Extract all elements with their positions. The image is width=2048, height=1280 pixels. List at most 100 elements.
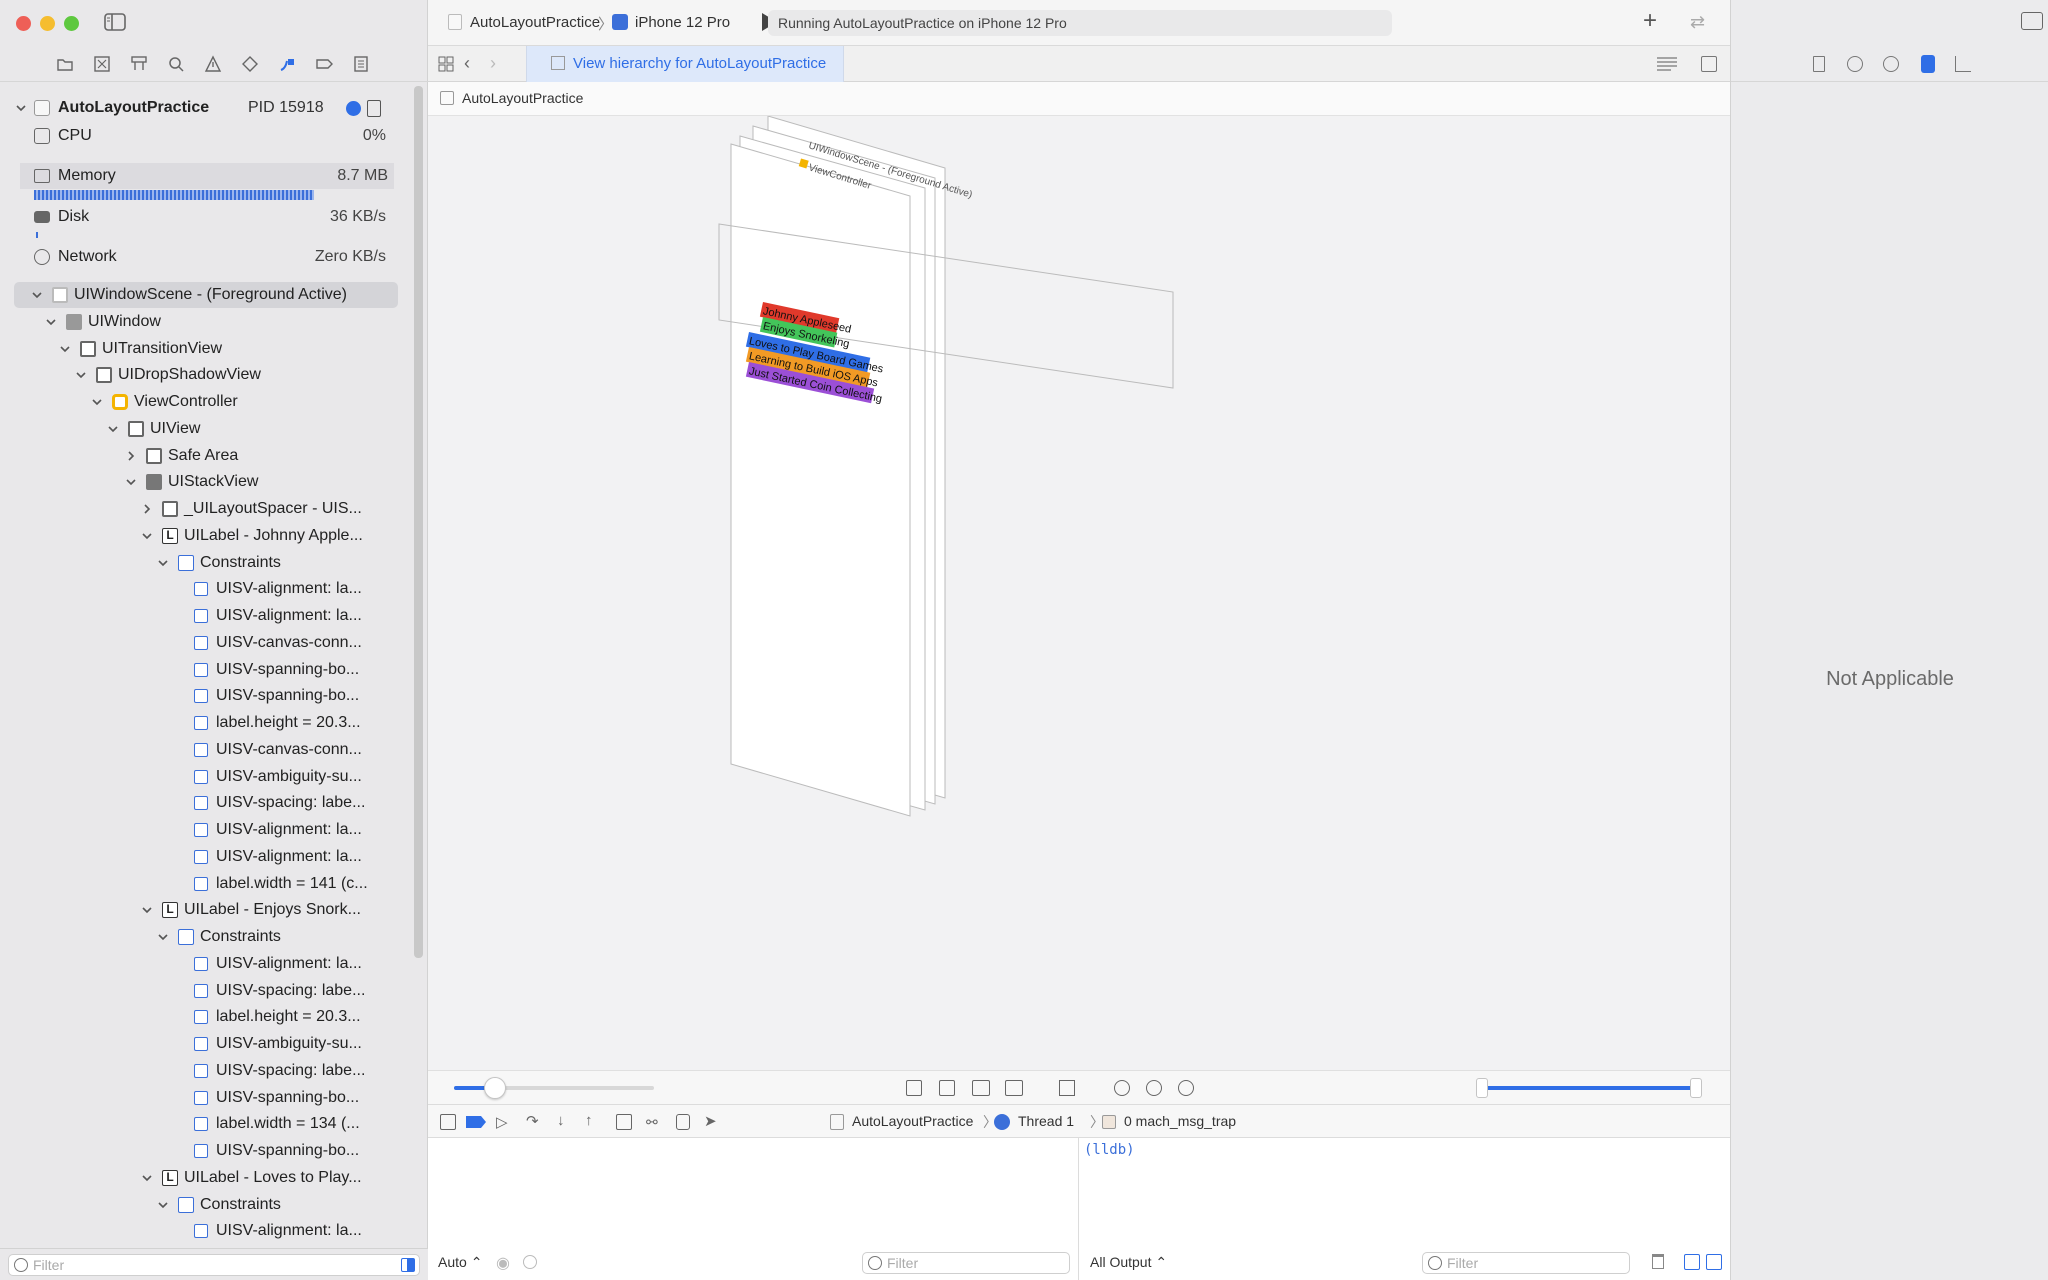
tree-row[interactable]: UISV-canvas-conn... [0, 737, 412, 763]
chevron-down-icon[interactable] [74, 368, 88, 382]
info-icon[interactable] [523, 1255, 537, 1269]
layer-drop-shadow-view[interactable] [730, 143, 911, 817]
show-constraints-icon[interactable] [939, 1080, 955, 1096]
orient-icon[interactable] [1059, 1080, 1075, 1096]
exploded-view-hierarchy[interactable]: UIWindowScene - (Foreground Active) View… [428, 116, 1730, 1070]
tree-row[interactable]: L UILabel - Johnny Apple... [0, 523, 412, 549]
breakpoint-icon[interactable] [315, 55, 333, 73]
tree-row[interactable]: UISV-spacing: labe... [0, 978, 412, 1004]
forward-icon[interactable]: › [490, 53, 496, 74]
tree-row[interactable]: UISV-spanning-bo... [0, 657, 412, 683]
tree-row[interactable]: UISV-alignment: la... [0, 603, 412, 629]
tree-row[interactable]: UISV-ambiguity-su... [0, 764, 412, 790]
zoom-window-button[interactable] [64, 16, 79, 31]
debug-target[interactable]: AutoLayoutPractice [852, 1113, 973, 1129]
symbol-icon[interactable] [130, 55, 148, 73]
filter-options-icon[interactable] [401, 1258, 415, 1272]
tree-row[interactable]: UISV-spanning-bo... [0, 1138, 412, 1164]
tree-row[interactable]: UISV-spanning-bo... [0, 1085, 412, 1111]
environment-icon[interactable] [676, 1114, 690, 1130]
location-icon[interactable]: ➤ [704, 1112, 717, 1130]
layers-icon[interactable] [1005, 1080, 1023, 1096]
sidebar-toggle-icon[interactable] [104, 13, 126, 31]
tree-row[interactable]: UISV-alignment: la... [0, 1218, 412, 1244]
tree-row[interactable]: UIView [0, 416, 412, 442]
scheme-selector[interactable]: AutoLayoutPractice [470, 14, 600, 31]
history-icon[interactable] [1847, 56, 1863, 72]
object-inspector-icon[interactable] [1921, 55, 1935, 73]
gauge-cpu[interactable]: CPU 0% [0, 123, 412, 149]
tree-row[interactable]: UISV-spacing: labe... [0, 1058, 412, 1084]
tree-row[interactable]: UIWindowScene - (Foreground Active) [14, 282, 398, 308]
variables-filter-field[interactable]: Filter [862, 1252, 1070, 1274]
tree-row[interactable]: L UILabel - Loves to Play... [0, 1165, 412, 1191]
help-icon[interactable] [1883, 56, 1899, 72]
inspector-toggle-icon[interactable] [2021, 12, 2043, 30]
tree-row[interactable]: L UILabel - Enjoys Snork... [0, 897, 412, 923]
show-variables-icon[interactable] [1684, 1254, 1700, 1270]
tree-row[interactable]: UISV-alignment: la... [0, 844, 412, 870]
tree-row[interactable]: UISV-spanning-bo... [0, 683, 412, 709]
file-icon[interactable] [1813, 56, 1825, 72]
gauge-memory[interactable]: Memory 8.7 MB [20, 163, 394, 189]
variables-scope-select[interactable]: Auto ⌃ [438, 1254, 482, 1271]
tree-row[interactable]: UISV-alignment: la... [0, 576, 412, 602]
minimize-window-button[interactable] [40, 16, 55, 31]
tree-row[interactable]: UITransitionView [0, 336, 412, 362]
navigator-filter-field[interactable]: Filter [8, 1254, 420, 1276]
gauge-disk[interactable]: Disk 36 KB/s [0, 204, 412, 230]
view-debugger-canvas[interactable]: UIWindowScene - (Foreground Active) View… [428, 116, 1730, 1070]
test-icon[interactable] [241, 55, 259, 73]
trash-icon[interactable] [1652, 1254, 1664, 1269]
size-inspector-icon[interactable] [1955, 56, 1971, 72]
zoom-reset-icon[interactable] [1146, 1080, 1162, 1096]
debug-navigator-icon[interactable] [278, 55, 296, 73]
range-slider-track[interactable] [1476, 1078, 1702, 1098]
tree-row[interactable]: UISV-ambiguity-su... [0, 1031, 412, 1057]
grid-icon[interactable] [438, 56, 454, 72]
chevron-down-icon[interactable] [140, 529, 154, 543]
add-icon[interactable]: + [1643, 9, 1657, 33]
range-slider-min-thumb[interactable] [1476, 1078, 1488, 1098]
tree-row[interactable]: label.width = 134 (... [0, 1111, 412, 1137]
tree-row[interactable]: _UILayoutSpacer - UIS... [0, 496, 412, 522]
source-control-icon[interactable] [93, 55, 111, 73]
search-icon[interactable] [167, 55, 185, 73]
chevron-right-icon[interactable] [140, 502, 154, 516]
hide-debug-area-icon[interactable] [440, 1114, 456, 1130]
device-icon[interactable] [367, 100, 381, 117]
tree-row[interactable]: label.height = 20.3... [0, 710, 412, 736]
tree-row[interactable]: UISV-alignment: la... [0, 951, 412, 977]
device-selector[interactable]: iPhone 12 Pro [635, 14, 730, 31]
chevron-down-icon[interactable] [124, 475, 138, 489]
view-debugger-icon[interactable] [616, 1114, 632, 1130]
tree-row[interactable]: label.width = 141 (c... [0, 871, 412, 897]
console-filter-field[interactable]: Filter [1422, 1252, 1630, 1274]
navigator-scrollbar[interactable] [414, 86, 423, 958]
chevron-down-icon[interactable] [140, 903, 154, 917]
tree-row[interactable]: label.height = 20.3... [0, 1004, 412, 1030]
activity-view[interactable]: Running AutoLayoutPractice on iPhone 12 … [768, 10, 1392, 36]
back-icon[interactable]: ‹ [464, 53, 470, 74]
info-icon[interactable] [346, 101, 361, 116]
lines-icon[interactable] [1656, 56, 1678, 72]
eye-icon[interactable]: ◉ [496, 1253, 510, 1273]
chevron-down-icon[interactable] [44, 315, 58, 329]
show-console-icon[interactable] [1706, 1254, 1722, 1270]
tree-row[interactable]: Constraints [0, 924, 412, 950]
swap-icon[interactable]: ⇄ [1690, 12, 1705, 33]
output-select[interactable]: All Output ⌃ [1090, 1254, 1167, 1271]
tree-row[interactable]: UISV-canvas-conn... [0, 630, 412, 656]
report-icon[interactable] [352, 55, 370, 73]
tree-row[interactable]: Constraints [0, 1192, 412, 1218]
chevron-down-icon[interactable] [30, 288, 44, 302]
tree-row[interactable]: Constraints [0, 550, 412, 576]
chevron-right-icon[interactable] [124, 449, 138, 463]
chevron-down-icon[interactable] [90, 395, 104, 409]
chevron-down-icon[interactable] [156, 930, 170, 944]
debug-frame[interactable]: 0 mach_msg_trap [1124, 1113, 1236, 1129]
tree-row[interactable]: ViewController [0, 389, 412, 415]
continue-icon[interactable]: ▷ [496, 1113, 508, 1131]
clip-content-icon[interactable] [906, 1080, 922, 1096]
tree-row[interactable]: UIDropShadowView [0, 362, 412, 388]
